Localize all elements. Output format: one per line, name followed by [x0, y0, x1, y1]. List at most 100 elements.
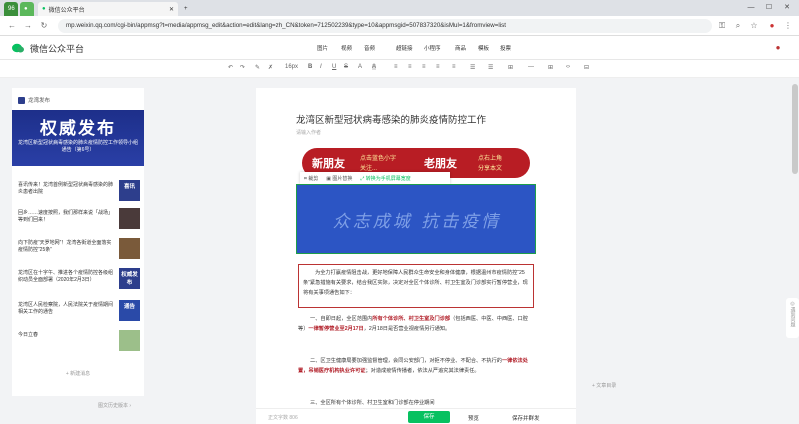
preview-button[interactable]: 预览: [468, 414, 479, 422]
insert-vote-menu[interactable]: 投票: [500, 44, 511, 52]
pinned-tab[interactable]: 96: [4, 2, 18, 16]
font-size-select[interactable]: 16px: [285, 64, 298, 70]
para1-emphasis: 所有个体诊所、村卫生室及门诊部: [372, 316, 451, 322]
para1-text-c: ，2月18日是否营业视疫情另行通知。: [363, 326, 451, 332]
format-brush-icon[interactable]: ✎: [255, 64, 260, 71]
list-item[interactable]: 向下防疫“天罗地网”！龙湾各街道全面落实疫情防控“25条”: [18, 238, 140, 260]
list-item[interactable]: 喜讯传来！龙湾首例新型冠状病毒感染的肺炎患者出院 喜讯: [18, 180, 140, 202]
cover-article[interactable]: 权威发布 龙湾区新型冠状病毒感染的肺炎疫情防控工作领导小组通告（第6号）: [12, 110, 144, 166]
cover-subtitle: 龙湾区新型冠状病毒感染的肺炎疫情防控工作领导小组通告（第6号）: [17, 140, 138, 153]
line-spacing-button[interactable]: ⊞: [508, 64, 513, 71]
key-icon[interactable]: ⚿: [716, 20, 728, 32]
minimize-button[interactable]: —: [744, 2, 758, 14]
insert-product-menu[interactable]: 商品: [455, 44, 466, 52]
article-title: 喜讯传来！龙湾首例新型冠状病毒感染的肺炎患者出院: [18, 182, 114, 195]
fit-width-button[interactable]: ⤢ 转换为手机屏幕宽度: [360, 175, 410, 182]
crop-button[interactable]: ⌗ 裁剪: [304, 175, 318, 182]
list-item[interactable]: 龙湾区在十字午、推进各个疫情防控各级组织动员全面部署（2020年2月3日） 权威…: [18, 268, 140, 290]
replace-image-button[interactable]: ▣ 图片替换: [326, 175, 352, 182]
hero-image[interactable]: 众志成城 抗击疫情: [296, 184, 536, 254]
save-button[interactable]: 保存: [408, 411, 450, 423]
new-tab-button[interactable]: +: [180, 2, 192, 16]
reload-icon[interactable]: ↻: [38, 20, 50, 32]
help-label: 遇到问题: [789, 307, 796, 327]
scrollbar[interactable]: [792, 84, 798, 174]
avatar[interactable]: ●: [772, 42, 784, 54]
code-button[interactable]: ‹›: [566, 64, 570, 70]
article-title-input[interactable]: 龙湾区新型冠状病毒感染的肺炎疫情防控工作: [296, 112, 486, 126]
align-left-button[interactable]: ≡: [394, 64, 398, 70]
insert-link-menu[interactable]: 超链接: [396, 44, 413, 52]
insert-image-menu[interactable]: 图片: [317, 44, 328, 52]
article-outline-button[interactable]: + 文章目录: [592, 382, 616, 389]
menu-icon[interactable]: ⋮: [782, 20, 794, 32]
table-button[interactable]: ⊞: [548, 64, 553, 71]
more-button[interactable]: ⊟: [584, 64, 589, 71]
close-tab-icon[interactable]: ✕: [169, 6, 174, 13]
paragraph-2[interactable]: 二、区卫生健康局要加强监督管理，会同公安部门，对拒不停业、不配合、不执行的一律依…: [298, 356, 534, 376]
redo-icon[interactable]: ↷: [240, 64, 245, 71]
indent-button[interactable]: ≡: [452, 64, 456, 70]
align-justify-button[interactable]: ≡: [436, 64, 440, 70]
list-item[interactable]: 今日立春: [18, 330, 140, 352]
list-item[interactable]: 龙湾区人民检察院，人民法院关于疫情期间相关工作的通告 通告: [18, 300, 140, 322]
align-right-button[interactable]: ≡: [422, 64, 426, 70]
save-and-publish-button[interactable]: 保存并群发: [512, 414, 540, 422]
bg-color-button[interactable]: A: [372, 64, 377, 70]
article-thumb: [119, 208, 140, 229]
unordered-list-button[interactable]: ☰: [488, 64, 493, 71]
editor-bottom-bar: 正文字数 806 保存 预览 保存并群发: [256, 408, 576, 424]
article-thumb: [119, 238, 140, 259]
maximize-button[interactable]: ☐: [762, 2, 776, 14]
profile-icon[interactable]: ●: [766, 20, 778, 32]
list-item[interactable]: 回乡……速度按照，我们那样来说「战场」等到们回来！: [18, 208, 140, 230]
para2-text-b: ；对造成疫情传播者，依法从严追究其法律责任。: [365, 368, 480, 374]
underline-button[interactable]: U: [332, 64, 336, 70]
banner-left-small-2: 关注...: [360, 166, 378, 172]
address-bar: ← → ↻ mp.weixin.qq.com/cgi-bin/appmsg?t=…: [0, 16, 799, 36]
tab-title: 微信公众平台: [48, 7, 85, 14]
fit-width-label: 转换为手机屏幕宽度: [365, 175, 411, 182]
ordered-list-button[interactable]: ☰: [470, 64, 475, 71]
insert-miniprogram-menu[interactable]: 小程序: [424, 44, 441, 52]
align-center-button[interactable]: ≡: [408, 64, 412, 70]
font-color-button[interactable]: A: [358, 64, 362, 70]
back-icon[interactable]: ←: [6, 20, 18, 32]
new-message-button[interactable]: + 新建消息: [12, 370, 144, 377]
article-editor[interactable]: 龙湾区新型冠状病毒感染的肺炎疫情防控工作 请输入作者 新朋友 点击蓝色小字 关注…: [256, 88, 576, 424]
insert-video-menu[interactable]: 视频: [341, 44, 352, 52]
author-input[interactable]: 请输入作者: [296, 129, 321, 136]
bookmark-star-icon[interactable]: ☆: [748, 20, 760, 32]
wechat-icon: ●: [24, 6, 28, 12]
history-versions-link[interactable]: 图文历史版本 ›: [98, 402, 131, 409]
account-name: 龙湾发布: [28, 98, 51, 104]
insert-template-menu[interactable]: 模板: [478, 44, 489, 52]
close-window-button[interactable]: ✕: [780, 2, 794, 14]
article-title: 向下防疫“天罗地网”！龙湾各街道全面落实疫情防控“25条”: [18, 240, 112, 253]
image-toolbar: ⌗ 裁剪 ▣ 图片替换 ⤢ 转换为手机屏幕宽度: [300, 172, 450, 184]
article-title: 龙湾区在十字午、推进各个疫情防控各级组织动员全面部署（2020年2月3日）: [18, 270, 114, 283]
wechat-icon: ●: [42, 6, 46, 12]
bold-button[interactable]: B: [308, 64, 312, 70]
clear-format-icon[interactable]: ✗: [268, 64, 273, 71]
banner-right-big: 老朋友: [424, 158, 457, 170]
strike-button[interactable]: S: [344, 64, 348, 70]
article-thumb: 通告: [119, 300, 140, 321]
url-input[interactable]: mp.weixin.qq.com/cgi-bin/appmsg?t=media/…: [58, 19, 712, 33]
insert-audio-menu[interactable]: 音频: [364, 44, 375, 52]
article-title: 今日立春: [18, 332, 39, 338]
divider-button[interactable]: —: [528, 64, 534, 70]
paragraph-3[interactable]: 三、全区所有个体诊所、村卫生室和门诊部在停业期间: [298, 398, 534, 408]
forward-icon[interactable]: →: [22, 20, 34, 32]
help-side-button[interactable]: ◎ 遇到问题: [786, 298, 799, 338]
wechat-tab[interactable]: ●: [20, 2, 34, 16]
notice-box[interactable]: 为全力打赢疫情阻击战，更好地保障人民群众生命安全和身体健康，根据温州市疫情防控“…: [298, 264, 534, 308]
wechat-logo-icon: [12, 43, 24, 53]
italic-button[interactable]: I: [320, 64, 322, 70]
zoom-icon[interactable]: ⌕: [732, 20, 744, 32]
active-tab[interactable]: ● 微信公众平台 ✕: [38, 2, 178, 16]
undo-icon[interactable]: ↶: [228, 64, 233, 71]
browser-tab-bar: 96 ● ● 微信公众平台 ✕ + — ☐ ✕: [0, 0, 799, 16]
para1-emphasis-2: 一律暂停营业至2月17日: [308, 326, 364, 332]
paragraph-1[interactable]: 一、自即日起，全区范围内所有个体诊所、村卫生室及门诊部（包括西医、中医、中西医、…: [298, 314, 534, 334]
